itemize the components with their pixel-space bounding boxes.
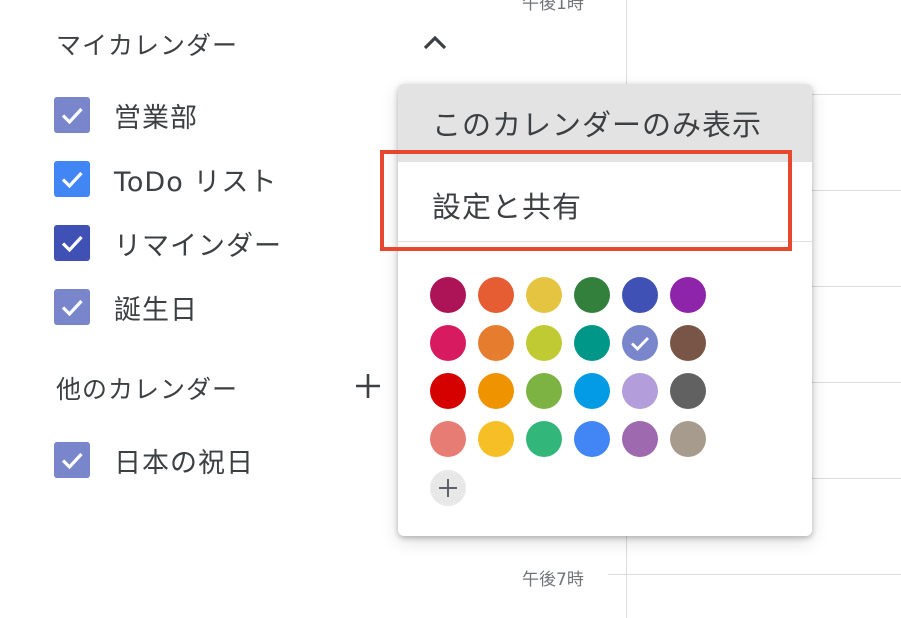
checkbox[interactable] xyxy=(54,289,90,325)
grid-line xyxy=(812,286,901,287)
calendar-item-reminders[interactable]: リマインダー xyxy=(54,223,282,263)
check-icon xyxy=(631,337,650,352)
color-swatch[interactable] xyxy=(526,373,562,409)
add-custom-color-button[interactable] xyxy=(430,470,466,506)
grid-line xyxy=(812,190,901,191)
chevron-up-icon[interactable] xyxy=(420,29,450,59)
color-swatch[interactable] xyxy=(430,373,466,409)
checkbox[interactable] xyxy=(54,161,90,197)
my-calendars-title[interactable]: マイカレンダー xyxy=(56,26,238,62)
color-swatch[interactable] xyxy=(430,277,466,313)
grid-line xyxy=(608,574,901,575)
add-calendar-icon[interactable] xyxy=(353,371,383,401)
color-swatch[interactable] xyxy=(526,277,562,313)
calendar-item-birthdays[interactable]: 誕生日 xyxy=(54,287,198,327)
plus-icon xyxy=(439,479,457,497)
grid-line xyxy=(812,94,901,95)
calendar-label: 誕生日 xyxy=(114,294,198,326)
checkbox[interactable] xyxy=(54,97,90,133)
color-swatch[interactable] xyxy=(622,277,658,313)
color-swatch[interactable] xyxy=(670,325,706,361)
grid-line xyxy=(812,382,901,383)
time-label-bottom: 午後7時 xyxy=(522,570,584,590)
color-swatch[interactable] xyxy=(430,325,466,361)
time-label-top: 午後1時 xyxy=(522,0,584,14)
color-swatch[interactable] xyxy=(478,373,514,409)
calendar-label: 営業部 xyxy=(114,102,198,134)
color-swatch[interactable] xyxy=(622,373,658,409)
color-swatch[interactable] xyxy=(430,421,466,457)
color-swatch[interactable] xyxy=(478,277,514,313)
color-swatch[interactable] xyxy=(574,373,610,409)
calendar-item-holidays[interactable]: 日本の祝日 xyxy=(54,440,254,480)
color-swatch[interactable] xyxy=(526,325,562,361)
color-swatch[interactable] xyxy=(574,421,610,457)
calendar-label: ToDo リスト xyxy=(114,166,278,198)
checkbox[interactable] xyxy=(54,442,90,478)
color-swatch[interactable] xyxy=(670,421,706,457)
color-swatch[interactable] xyxy=(526,421,562,457)
color-swatch[interactable] xyxy=(670,277,706,313)
color-swatch[interactable] xyxy=(670,373,706,409)
check-icon xyxy=(61,452,83,470)
color-swatch[interactable] xyxy=(622,325,658,361)
grid-line xyxy=(812,478,901,479)
color-swatch[interactable] xyxy=(478,421,514,457)
color-swatch[interactable] xyxy=(622,421,658,457)
check-icon xyxy=(61,235,83,253)
check-icon xyxy=(61,171,83,189)
calendar-item-todo[interactable]: ToDo リスト xyxy=(54,159,277,199)
checkbox[interactable] xyxy=(54,225,90,261)
color-swatch[interactable] xyxy=(478,325,514,361)
calendar-item-sales[interactable]: 営業部 xyxy=(54,95,198,135)
other-calendars-title[interactable]: 他のカレンダー xyxy=(56,370,238,406)
color-swatch[interactable] xyxy=(574,325,610,361)
check-icon xyxy=(61,299,83,317)
calendar-label: リマインダー xyxy=(114,230,282,262)
check-icon xyxy=(61,107,83,125)
color-swatch[interactable] xyxy=(574,277,610,313)
calendar-label: 日本の祝日 xyxy=(114,447,254,479)
menu-item-label: このカレンダーのみ表示 xyxy=(432,108,763,142)
highlight-box xyxy=(380,150,792,251)
